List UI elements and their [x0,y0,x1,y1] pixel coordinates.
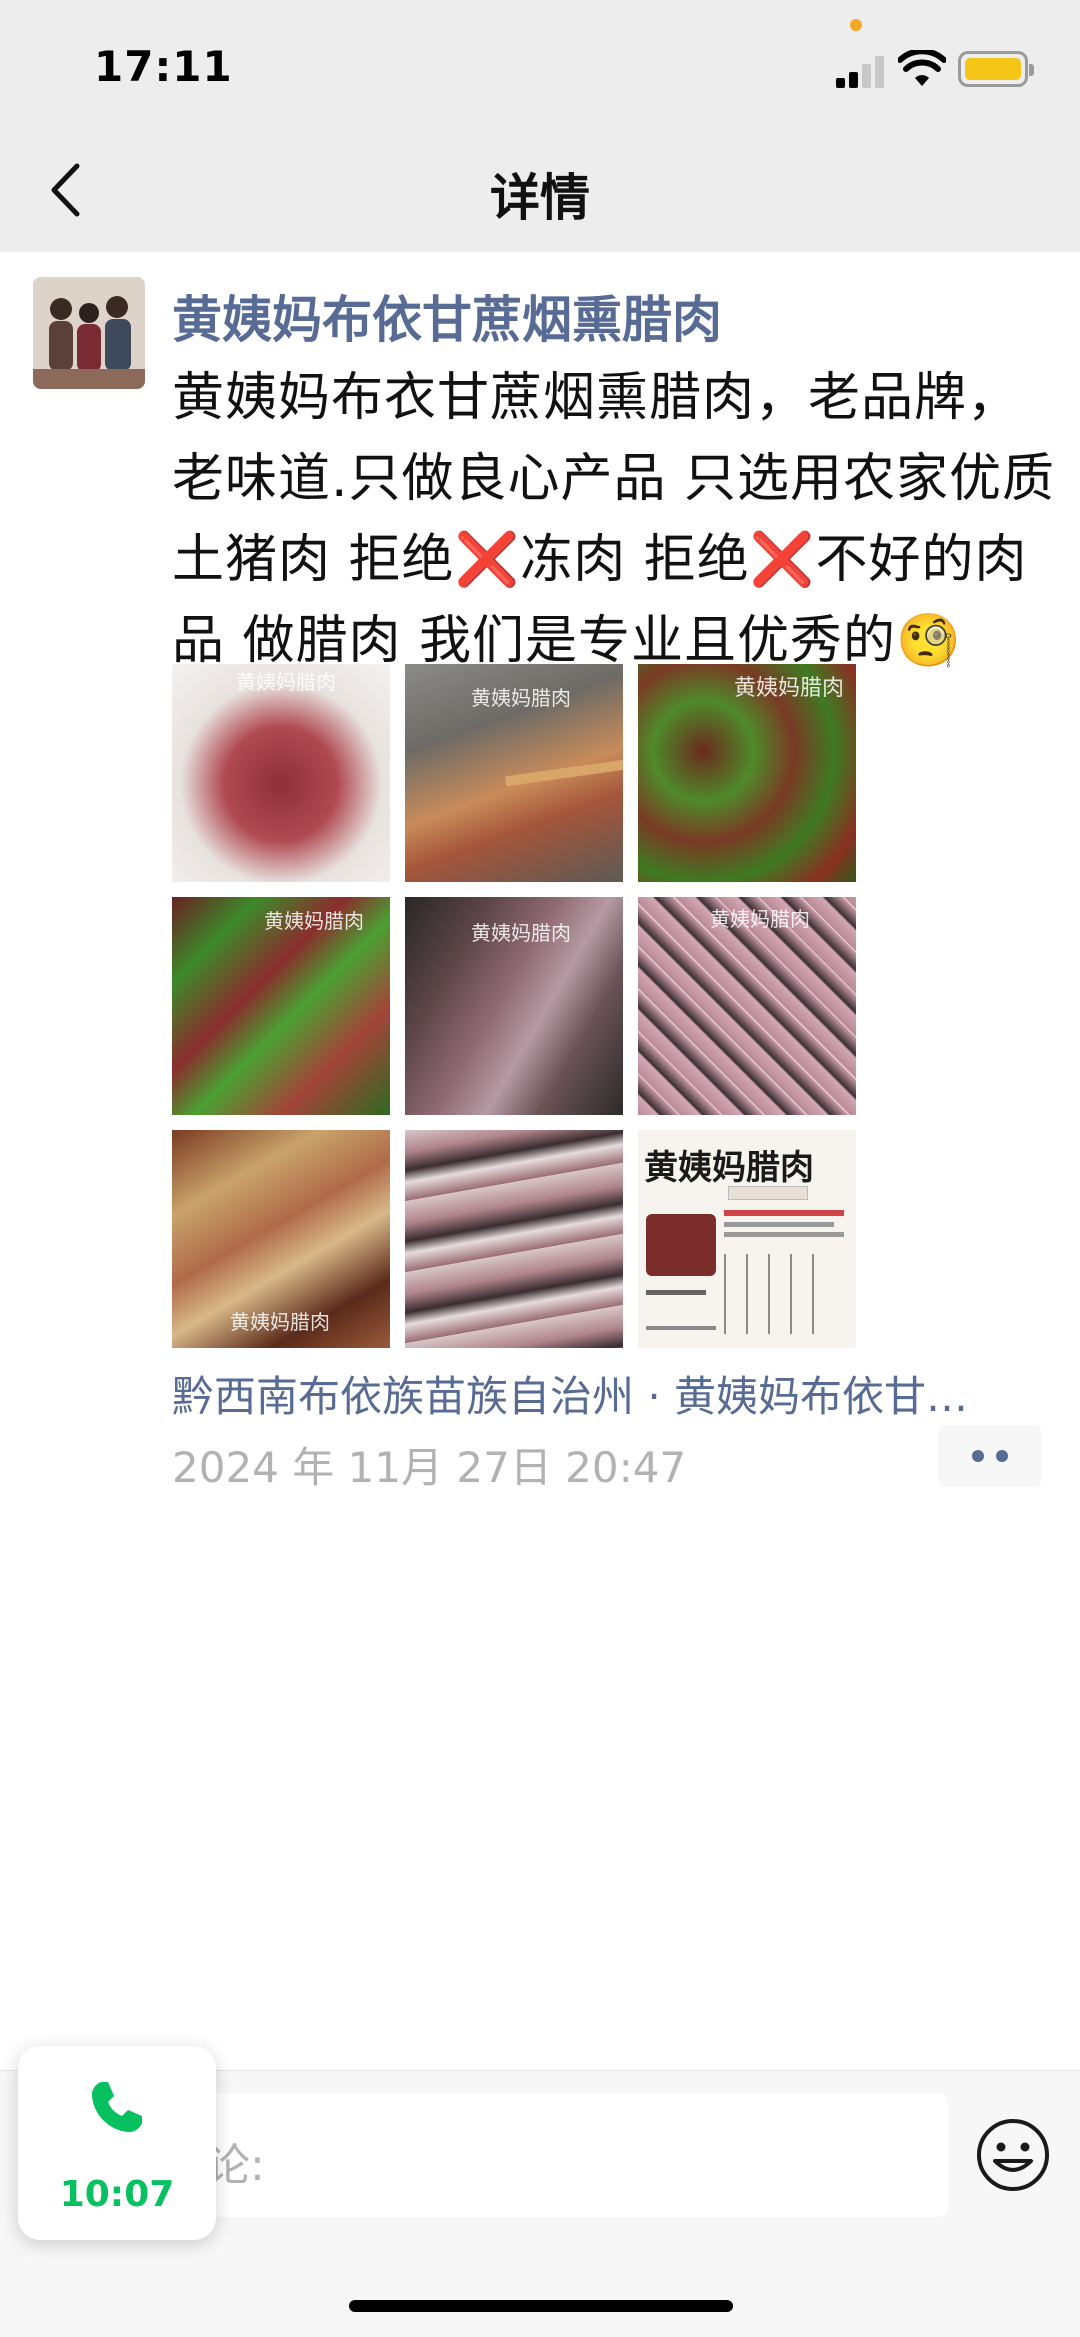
more-dots-icon [996,1450,1008,1462]
battery-icon [958,51,1034,87]
emoji-icon[interactable] [975,2117,1051,2193]
post-location[interactable]: 黔西南布依族苗族自治州 · 黄姨妈布依甘… [172,1363,1042,1424]
flyer-title: 黄姨妈腊肉 [644,1148,814,1188]
privacy-indicator-dot [850,19,862,31]
photo-watermark: 黄姨妈腊肉 [471,686,571,710]
more-dots-icon [972,1450,984,1462]
wifi-icon [898,50,946,86]
photo-product-flyer[interactable]: 黄姨妈腊肉 [638,1130,856,1348]
author-name[interactable]: 黄姨妈布依甘蔗烟熏腊肉 [172,280,722,352]
photo-smoked-meat-slab[interactable]: 黄姨妈腊肉 [405,897,623,1115]
photo-watermark: 黄姨妈腊肉 [734,676,845,701]
author-avatar[interactable] [33,277,145,389]
photo-cured-meat-green-peppers[interactable]: 黄姨妈腊肉 [638,664,856,882]
status-time: 17:11 [94,42,233,91]
page-title: 详情 [490,169,590,227]
photo-watermark: 黄姨妈腊肉 [471,921,571,945]
avatar-group-photo [33,277,145,389]
photo-diced-cured-meat[interactable]: 黄姨妈腊肉 [638,897,856,1115]
signal-icon [836,54,888,88]
photo-watermark: 黄姨妈腊肉 [710,907,810,931]
photo-sliced-cured-meat-plate[interactable]: 黄姨妈腊肉 [172,664,390,882]
top-header: 17:11 详情 [0,0,1080,252]
home-indicator[interactable] [349,2300,733,2312]
photo-watermark: 黄姨妈腊肉 [230,1310,330,1334]
comment-input[interactable]: 论: [196,2093,948,2217]
photo-watermark: 黄姨妈腊肉 [236,670,336,694]
post-timestamp: 2024 年 11月 27日 20:47 [172,1443,687,1492]
call-duration: 10:07 [59,2174,175,2215]
phone-icon [92,2082,142,2132]
photo-watermark: 黄姨妈腊肉 [264,909,364,933]
photo-cured-meat-chopsticks[interactable]: 黄姨妈腊肉 [405,664,623,882]
photo-cured-meat-scallions[interactable]: 黄姨妈腊肉 [172,897,390,1115]
photo-translucent-cured-meat[interactable]: 黄姨妈腊肉 [172,1130,390,1348]
photo-gallery: 黄姨妈腊肉 黄姨妈腊肉 黄姨妈腊肉 黄姨妈腊肉 黄姨妈腊肉 黄姨妈腊肉 黄姨妈腊… [172,664,872,1350]
floating-call-window[interactable]: 10:07 [18,2046,216,2240]
post-text: 黄姨妈布衣甘蔗烟熏腊肉，老品牌，老味道.只做良心产品 只选用农家优质土猪肉 拒绝… [172,368,1056,671]
photo-vacuum-packed-meat[interactable] [405,1130,623,1348]
more-actions-button[interactable] [938,1425,1042,1487]
